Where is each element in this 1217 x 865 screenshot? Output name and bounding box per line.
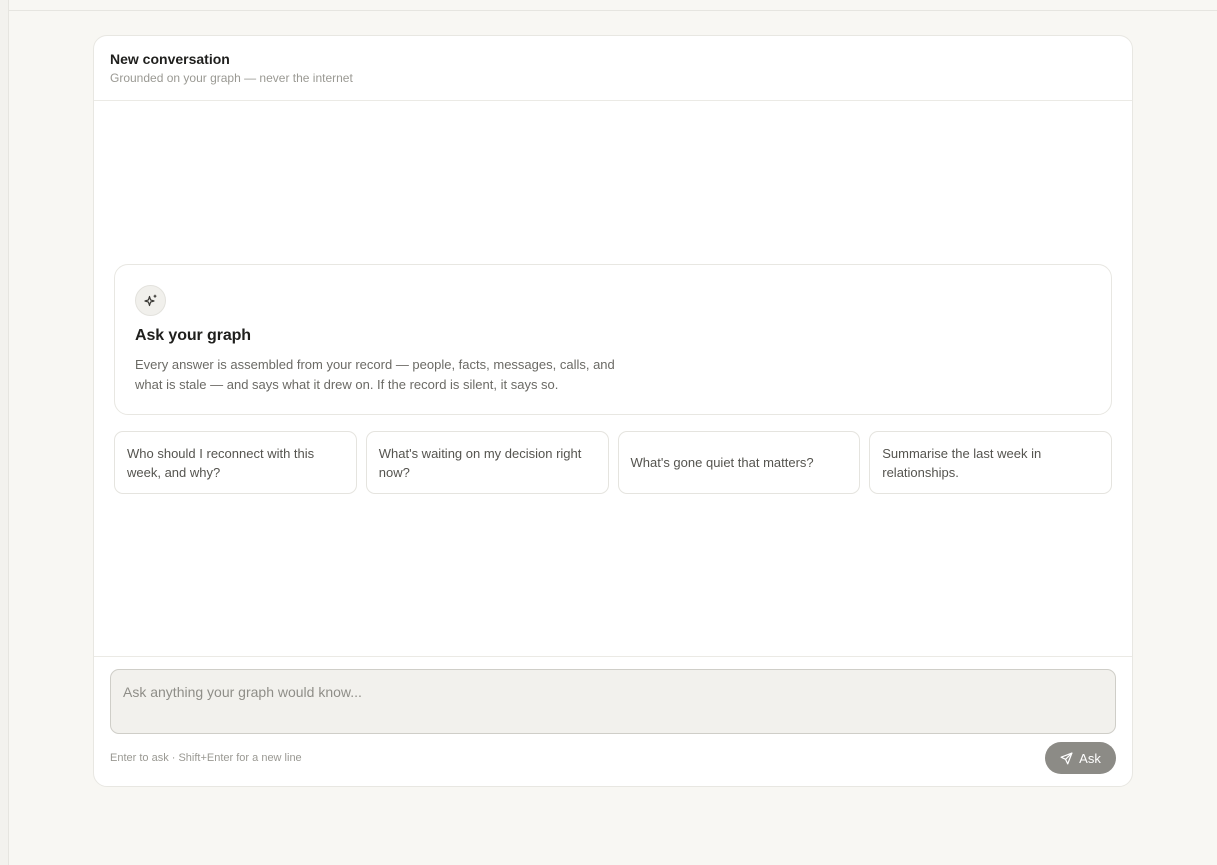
ask-button[interactable]: Ask <box>1045 742 1116 774</box>
suggestion-reconnect[interactable]: Who should I reconnect with this week, a… <box>114 431 357 494</box>
conversation-area: Ask your graph Every answer is assembled… <box>94 101 1132 657</box>
page-title: New conversation <box>110 51 230 67</box>
suggestion-pending-decisions[interactable]: What's waiting on my decision right now? <box>365 431 609 494</box>
suggestion-weekly-summary[interactable]: Summarise the last week in relationships… <box>869 431 1112 494</box>
top-bar <box>9 0 1217 11</box>
suggestion-list: Who should I reconnect with this week, a… <box>114 431 1112 494</box>
composer: Enter to ask · Shift+Enter for a new lin… <box>94 657 1132 786</box>
intro-card: Ask your graph Every answer is assembled… <box>114 264 1112 415</box>
sparkle-icon <box>135 285 166 316</box>
left-sidebar-rail <box>0 0 9 865</box>
send-icon <box>1060 752 1073 765</box>
suggestion-gone-quiet[interactable]: What's gone quiet that matters? <box>617 431 861 494</box>
intro-title: Ask your graph <box>135 327 251 344</box>
page-subtitle: Grounded on your graph — never the inter… <box>110 71 353 85</box>
chat-panel: New conversation Grounded on your graph … <box>93 35 1133 787</box>
panel-header: New conversation Grounded on your graph … <box>94 36 1132 101</box>
keyboard-hint: Enter to ask · Shift+Enter for a new lin… <box>110 752 302 764</box>
ask-input[interactable] <box>110 669 1116 734</box>
ask-button-label: Ask <box>1079 750 1101 766</box>
intro-body: Every answer is assembled from your reco… <box>135 357 615 392</box>
